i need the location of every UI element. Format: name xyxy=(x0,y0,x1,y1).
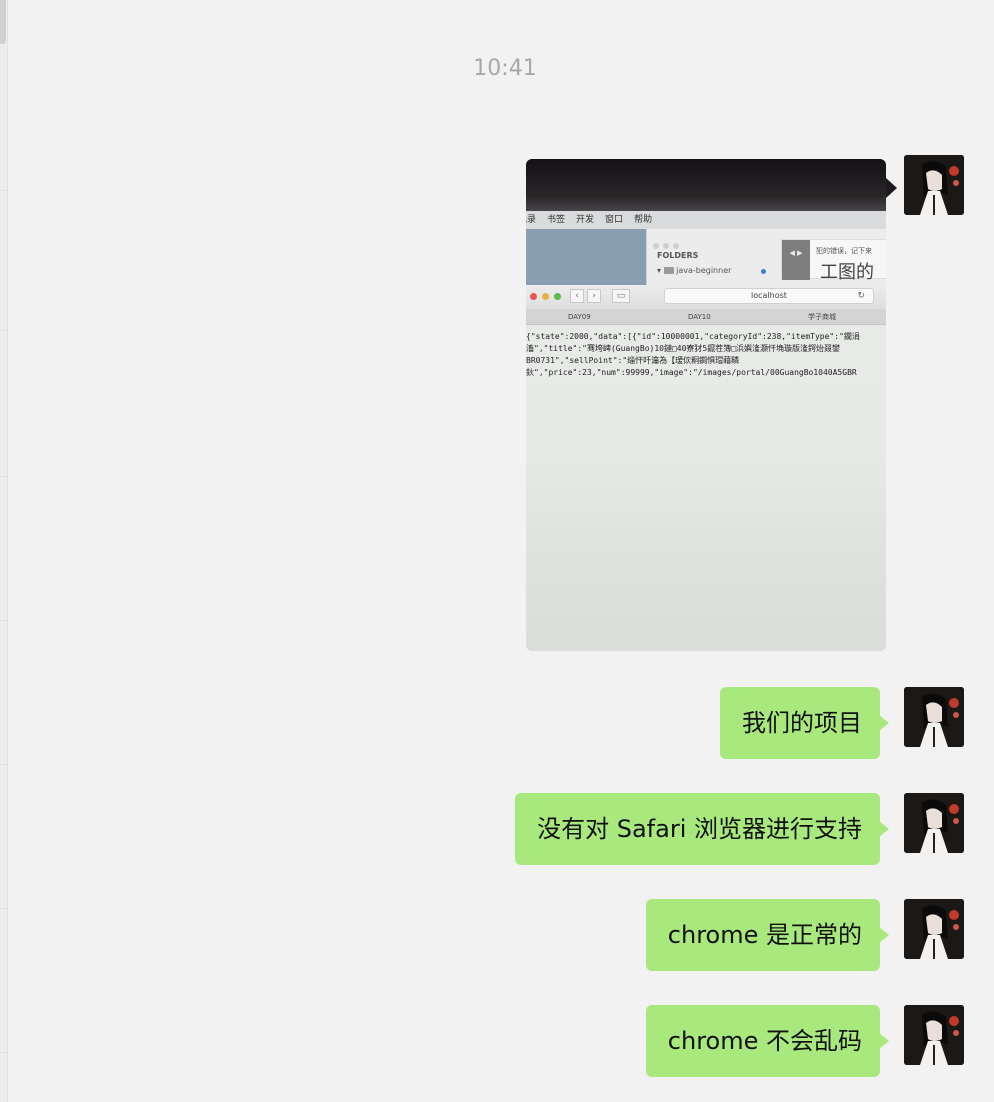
avatar-icon[interactable] xyxy=(904,1005,964,1065)
message-bubble[interactable]: 我们的项目 xyxy=(720,687,889,759)
image-message[interactable]: 记录书签开发窗口帮助 FOLDERS ▾ java-beginner ◀ ▶ 犯… xyxy=(526,159,886,651)
photo-browser-toolbar: ‹ › ▭ localhost ↻ xyxy=(526,285,886,309)
avatar-icon[interactable] xyxy=(904,793,964,853)
photo-address-bar: localhost ↻ xyxy=(664,288,874,304)
photo-screen-bezel xyxy=(526,159,886,213)
divider xyxy=(0,1052,8,1053)
divider xyxy=(0,476,8,477)
divider xyxy=(0,330,8,331)
avatar-icon[interactable] xyxy=(904,687,964,747)
avatar-icon[interactable] xyxy=(904,155,964,215)
photo-note-panel: ◀ ▶ 犯的错误，记下来 工图的 xyxy=(781,239,886,283)
image-message-tail xyxy=(886,178,897,198)
photo-menubar: 记录书签开发窗口帮助 xyxy=(526,211,886,229)
photo-json-text: {"state":2000,"data":[{"id":10000001,"ca… xyxy=(526,332,860,377)
divider xyxy=(0,764,8,765)
avatar-icon[interactable] xyxy=(904,899,964,959)
photo-tab-bar: DAY09 DAY10 学子商城 xyxy=(526,309,886,325)
divider xyxy=(0,908,8,909)
divider xyxy=(0,620,8,621)
scrollbar-thumb[interactable] xyxy=(0,0,6,44)
message-bubble[interactable]: chrome 不会乱码 xyxy=(645,1005,890,1077)
message-timestamp: 10:41 xyxy=(473,56,537,81)
divider xyxy=(0,190,8,191)
photo-finder-window: FOLDERS ▾ java-beginner ◀ ▶ 犯的错误，记下来 工图的 xyxy=(646,229,886,287)
photo-blank-page xyxy=(526,459,886,651)
message-bubble[interactable]: chrome 是正常的 xyxy=(645,899,890,971)
message-bubble[interactable]: 没有对 Safari 浏览器进行支持 xyxy=(515,793,889,865)
left-panel-edge xyxy=(0,0,8,1102)
